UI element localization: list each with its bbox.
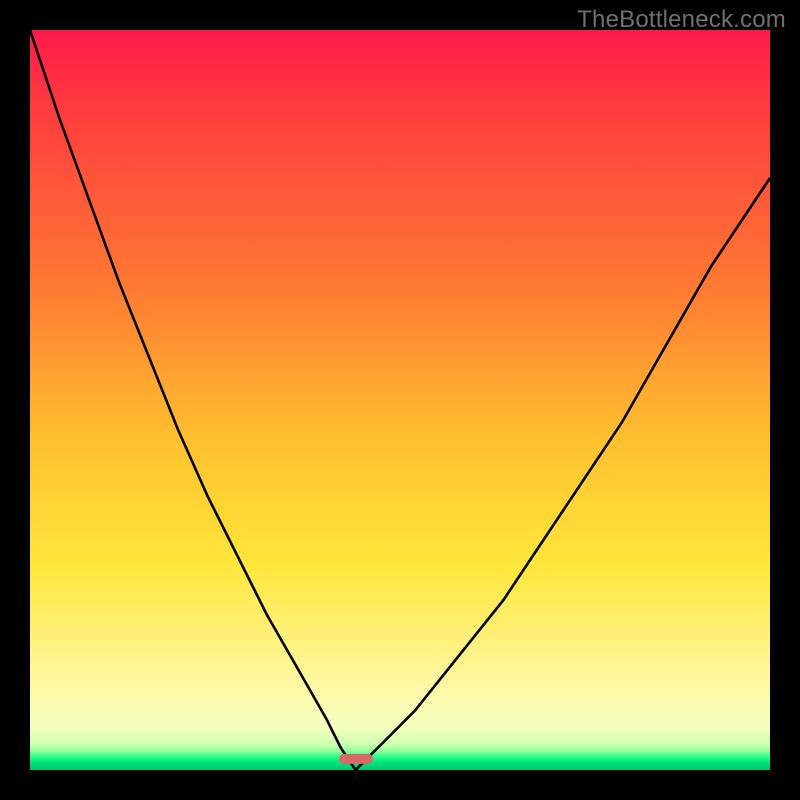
left-curve-path xyxy=(30,30,356,770)
chart-frame xyxy=(30,30,770,770)
right-curve-path xyxy=(356,178,770,770)
vertex-marker xyxy=(339,754,373,764)
watermark-text: TheBottleneck.com xyxy=(577,6,786,34)
bottleneck-curve xyxy=(30,30,770,770)
